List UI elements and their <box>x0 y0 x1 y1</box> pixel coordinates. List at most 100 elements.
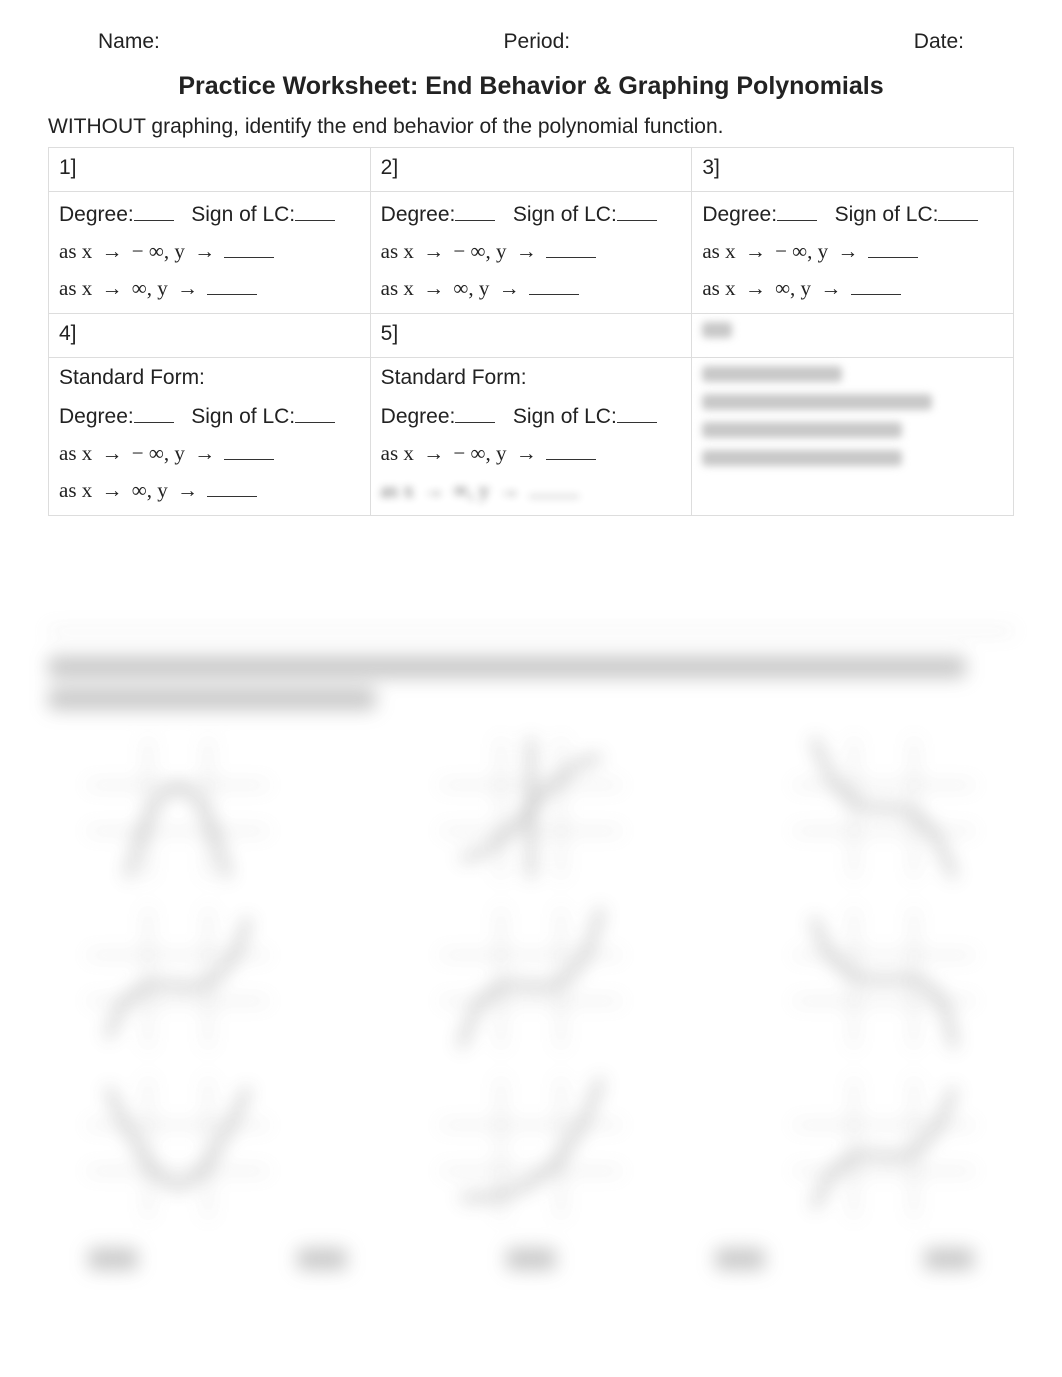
worksheet-title: Practice Worksheet: End Behavior & Graph… <box>48 72 1014 101</box>
end-behavior-pos-inf: as x → ∞, y → <box>59 476 360 503</box>
problem-number: 3] <box>692 148 1014 192</box>
problem-body: Degree: Sign of LC: as x → − ∞, y → as x… <box>49 192 371 314</box>
degree-sign-line: Degree: Sign of LC: <box>381 200 682 227</box>
blurred-label-row <box>48 1218 1014 1270</box>
pos-inf-blank[interactable] <box>851 274 901 295</box>
problem-number: 4] <box>49 314 371 358</box>
standard-form-label: Standard Form: <box>59 366 360 390</box>
degree-label: Degree: <box>381 203 456 226</box>
obscured-text <box>702 422 902 438</box>
degree-blank[interactable] <box>134 402 174 423</box>
graph-column <box>441 738 621 1218</box>
neg-inf-blank[interactable] <box>546 439 596 460</box>
neg-inf-blank[interactable] <box>224 439 274 460</box>
neg-inf-blank[interactable] <box>868 237 918 258</box>
blurred-content-region <box>0 570 1062 1377</box>
sign-lc-blank[interactable] <box>295 200 335 221</box>
problem-number: 5] <box>371 314 693 358</box>
curve-icon <box>441 738 621 878</box>
mini-graph <box>441 738 621 878</box>
graph-row <box>48 738 1014 1218</box>
mini-graph <box>441 1078 621 1218</box>
graph-column <box>794 738 974 1218</box>
end-behavior-pos-inf: as x → ∞, y → <box>702 274 1003 301</box>
degree-sign-line: Degree: Sign of LC: <box>59 200 360 227</box>
curve-icon <box>441 1078 621 1218</box>
mini-graph <box>88 1078 268 1218</box>
header-row: Name: Period: Date: <box>48 30 1014 54</box>
problem-number: 1] <box>49 148 371 192</box>
degree-label: Degree: <box>59 405 134 428</box>
pos-inf-blank[interactable] <box>207 476 257 497</box>
obscured-text <box>702 394 932 410</box>
pos-inf-blank[interactable] <box>207 274 257 295</box>
worksheet-page: Name: Period: Date: Practice Worksheet: … <box>0 0 1062 516</box>
mini-graph <box>88 738 268 878</box>
pos-inf-blank[interactable] <box>529 476 579 497</box>
section-divider <box>48 630 1014 632</box>
standard-form-label: Standard Form: <box>381 366 682 390</box>
degree-sign-line: Degree: Sign of LC: <box>59 402 360 429</box>
obscured-text <box>48 688 376 710</box>
obscured-text <box>48 656 966 678</box>
obscured-text <box>702 366 842 382</box>
end-behavior-neg-inf: as x → − ∞, y → <box>702 237 1003 264</box>
sign-lc-label: Sign of LC: <box>191 405 295 428</box>
curve-icon <box>794 1078 974 1218</box>
sign-lc-label: Sign of LC: <box>513 203 617 226</box>
sign-lc-blank[interactable] <box>938 200 978 221</box>
mini-graph <box>794 1078 974 1218</box>
sign-lc-label: Sign of LC: <box>835 203 939 226</box>
end-behavior-neg-inf: as x → − ∞, y → <box>59 237 360 264</box>
sign-lc-blank[interactable] <box>617 200 657 221</box>
instructions-text: WITHOUT graphing, identify the end behav… <box>48 115 1014 139</box>
obscured-text <box>702 450 902 466</box>
sign-lc-label: Sign of LC: <box>513 405 617 428</box>
degree-label: Degree: <box>702 203 777 226</box>
degree-blank[interactable] <box>134 200 174 221</box>
degree-blank[interactable] <box>455 200 495 221</box>
date-label: Date: <box>914 30 964 54</box>
mini-graph <box>794 908 974 1048</box>
mini-graph <box>794 738 974 878</box>
degree-sign-line: Degree: Sign of LC: <box>381 402 682 429</box>
obscured-text <box>924 1248 974 1270</box>
sign-lc-blank[interactable] <box>295 402 335 423</box>
mini-graph <box>88 908 268 1048</box>
problems-table: 1] 2] 3] Degree: Sign of LC: as x → − ∞,… <box>48 147 1014 516</box>
degree-label: Degree: <box>381 405 456 428</box>
degree-blank[interactable] <box>777 200 817 221</box>
period-label: Period: <box>504 30 571 54</box>
curve-icon <box>88 908 268 1048</box>
end-behavior-pos-inf: as x → ∞, y → <box>59 274 360 301</box>
end-behavior-pos-inf: as x → ∞, y → <box>381 274 682 301</box>
degree-sign-line: Degree: Sign of LC: <box>702 200 1003 227</box>
name-label: Name: <box>98 30 160 54</box>
obscured-text <box>297 1248 347 1270</box>
curve-icon <box>441 908 621 1048</box>
obscured-text <box>715 1248 765 1270</box>
degree-blank[interactable] <box>455 402 495 423</box>
problem-number: 2] <box>371 148 693 192</box>
curve-icon <box>88 1078 268 1218</box>
problem-body: Standard Form: Degree: Sign of LC: as x … <box>49 358 371 516</box>
graph-column <box>88 738 268 1218</box>
sign-lc-label: Sign of LC: <box>191 203 295 226</box>
curve-icon <box>794 908 974 1048</box>
mini-graph <box>441 908 621 1048</box>
end-behavior-neg-inf: as x → − ∞, y → <box>59 439 360 466</box>
obscured-text <box>702 322 732 338</box>
curve-icon <box>88 738 268 878</box>
obscured-text <box>88 1248 138 1270</box>
neg-inf-blank[interactable] <box>224 237 274 258</box>
curve-icon <box>794 738 974 878</box>
problem-body: Degree: Sign of LC: as x → − ∞, y → as x… <box>692 192 1014 314</box>
problem-body-obscured <box>692 358 1014 516</box>
sign-lc-blank[interactable] <box>617 402 657 423</box>
neg-inf-blank[interactable] <box>546 237 596 258</box>
pos-inf-blank[interactable] <box>529 274 579 295</box>
end-behavior-pos-inf: as x → ∞, y → <box>381 476 682 503</box>
obscured-text <box>506 1248 556 1270</box>
problem-number <box>692 314 1014 358</box>
end-behavior-neg-inf: as x → − ∞, y → <box>381 439 682 466</box>
